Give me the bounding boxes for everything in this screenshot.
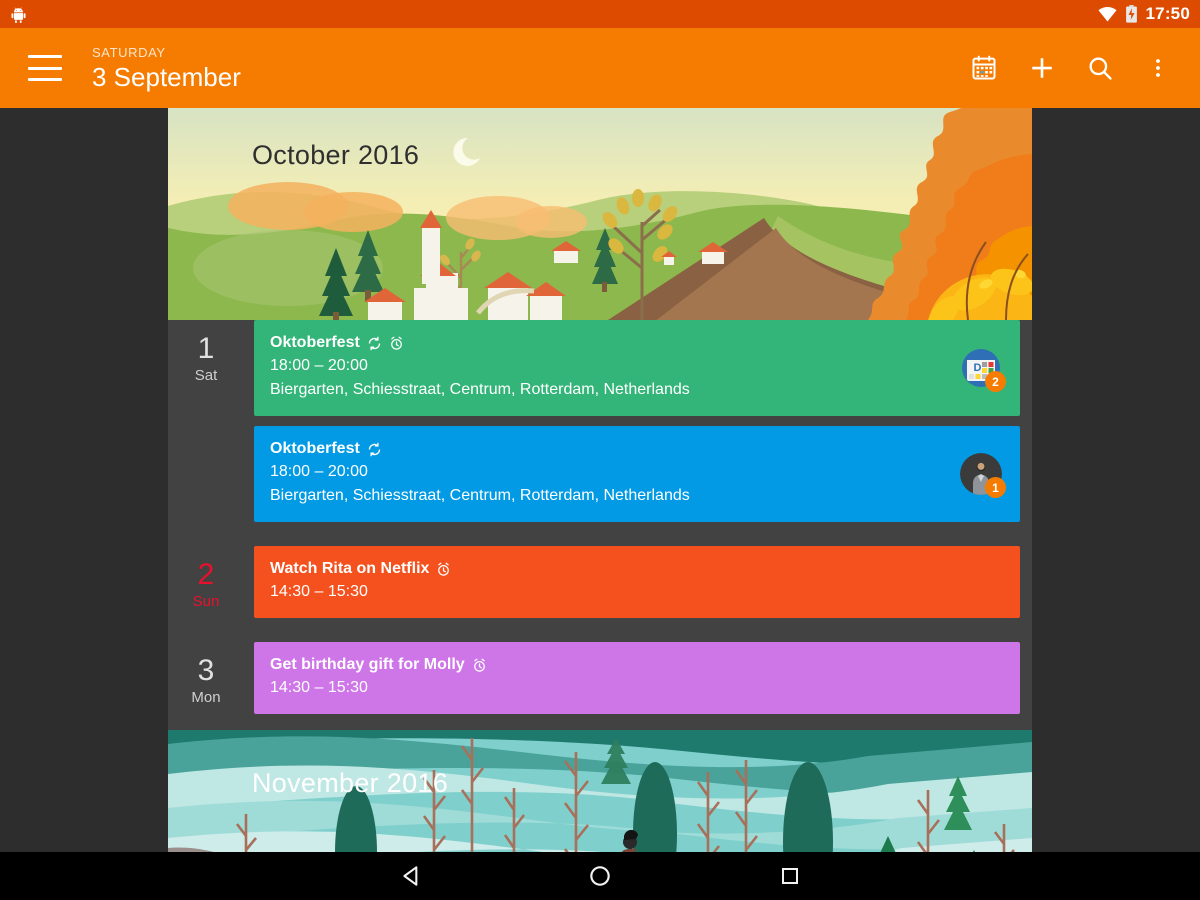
calendar-view-icon[interactable]: [968, 52, 1000, 84]
event-title: Oktoberfest: [270, 334, 360, 351]
overflow-menu-icon[interactable]: [1142, 52, 1174, 84]
events-column: Get birthday gift for Molly 14:30 – 15:3…: [244, 642, 1032, 722]
app-bar-date: 3 September: [92, 62, 241, 92]
navigation-bar: [0, 852, 1200, 900]
battery-charging-icon: [1125, 5, 1138, 23]
alarm-icon: [472, 658, 487, 673]
event-location: Biergarten, Schiesstraat, Centrum, Rotte…: [270, 381, 690, 398]
event-time: 18:00 – 20:00: [270, 357, 368, 374]
agenda-day-row: 2 Sun Watch Rita on Netflix 14:30 – 15:3…: [168, 546, 1032, 626]
month-banner-november[interactable]: November 2016: [168, 730, 1032, 852]
month-label-october: October 2016: [252, 140, 420, 170]
status-bar-clock: 17:50: [1145, 4, 1190, 23]
wifi-icon: [1097, 6, 1117, 22]
day-number: 2: [197, 558, 215, 591]
date-column[interactable]: 1 Sat: [168, 320, 244, 386]
svg-text:D: D: [974, 362, 982, 374]
month-label-november: November 2016: [252, 768, 449, 798]
event-card[interactable]: Watch Rita on Netflix 14:30 – 15:30: [254, 546, 1020, 618]
events-column: Watch Rita on Netflix 14:30 – 15:30: [244, 546, 1032, 626]
status-bar-notifications: [10, 6, 27, 23]
event-source-badge[interactable]: D 2: [960, 347, 1006, 392]
event-card[interactable]: Oktoberfest 18:00 – 20:00 Biergarten, Sc…: [254, 426, 1020, 522]
badge-count: 1: [985, 477, 1006, 498]
nav-back-button[interactable]: [380, 852, 444, 900]
event-title-row: Watch Rita on Netflix: [270, 558, 1004, 580]
date-column[interactable]: 2 Sun: [168, 546, 244, 612]
event-title-row: Oktoberfest: [270, 438, 1004, 460]
day-divider: [168, 626, 1032, 642]
agenda-rows: 1 Sat Oktoberfest 18:00 – 20:00 Biergart…: [168, 320, 1032, 730]
app-bar-weekday: SATURDAY: [92, 45, 166, 60]
event-card[interactable]: Oktoberfest 18:00 – 20:00 Biergarten, Sc…: [254, 320, 1020, 416]
event-attendee-badge[interactable]: 1: [960, 453, 1006, 498]
status-bar: 17:50: [0, 0, 1200, 28]
events-column: Oktoberfest 18:00 – 20:00 Biergarten, Sc…: [244, 320, 1032, 530]
agenda-day-row: 3 Mon Get birthday gift for Molly 14:30 …: [168, 642, 1032, 722]
event-title: Get birthday gift for Molly: [270, 656, 465, 673]
badge-count: 2: [985, 371, 1006, 392]
day-name: Sat: [194, 367, 218, 384]
alarm-icon: [436, 562, 451, 577]
app-bar-actions: [968, 52, 1200, 84]
event-time: 14:30 – 15:30: [270, 679, 368, 696]
event-time: 14:30 – 15:30: [270, 583, 368, 600]
event-title: Oktoberfest: [270, 440, 360, 457]
event-title-row: Oktoberfest: [270, 332, 1004, 354]
recurring-icon: [367, 336, 382, 351]
app-bar-title-block[interactable]: SATURDAY 3 September: [92, 46, 241, 90]
agenda-list[interactable]: October 2016 1 Sat Oktoberfest 18:00 – 2…: [168, 108, 1032, 852]
month-banner-october[interactable]: October 2016: [168, 108, 1032, 320]
add-event-icon[interactable]: [1026, 52, 1058, 84]
day-name: Sun: [192, 593, 220, 610]
day-number: 3: [197, 654, 215, 687]
device-screen: 17:50 SATURDAY 3 September October 2016 …: [0, 0, 1200, 900]
day-name: Mon: [191, 689, 221, 706]
date-column[interactable]: 3 Mon: [168, 642, 244, 708]
status-bar-system-icons: 17:50: [1097, 4, 1190, 24]
recurring-icon: [367, 442, 382, 457]
day-divider: [168, 722, 1032, 730]
event-title-row: Get birthday gift for Molly: [270, 654, 1004, 676]
search-icon[interactable]: [1084, 52, 1116, 84]
nav-home-button[interactable]: [568, 852, 632, 900]
event-time: 18:00 – 20:00: [270, 463, 368, 480]
event-card[interactable]: Get birthday gift for Molly 14:30 – 15:3…: [254, 642, 1020, 714]
event-title: Watch Rita on Netflix: [270, 560, 430, 577]
hamburger-menu-icon[interactable]: [28, 55, 62, 81]
app-bar: SATURDAY 3 September: [0, 28, 1200, 108]
event-location: Biergarten, Schiesstraat, Centrum, Rotte…: [270, 487, 690, 504]
android-icon: [10, 6, 27, 23]
day-divider: [168, 530, 1032, 546]
agenda-day-row: 1 Sat Oktoberfest 18:00 – 20:00 Biergart…: [168, 320, 1032, 530]
day-number: 1: [197, 332, 215, 365]
alarm-icon: [389, 336, 404, 351]
nav-recents-button[interactable]: [758, 852, 822, 900]
